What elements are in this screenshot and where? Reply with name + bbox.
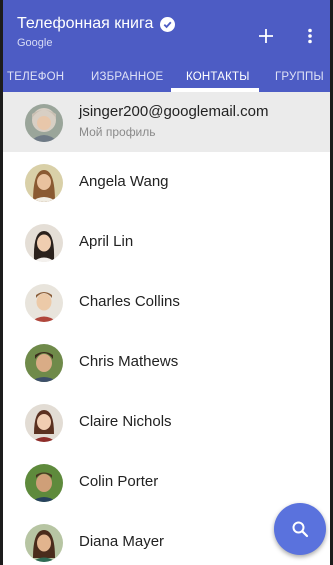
check-circle-icon — [160, 16, 176, 32]
list-item[interactable]: Angela Wang — [3, 152, 330, 212]
list-item[interactable]: Colin Porter — [3, 452, 330, 512]
avatar — [25, 284, 63, 322]
contact-name: Angela Wang — [79, 173, 169, 190]
account-label: Google — [17, 37, 53, 49]
avatar — [25, 524, 63, 562]
contact-list: jsinger200@googlemail.com Мой профиль An… — [3, 92, 330, 565]
tab-groups[interactable]: ГРУППЫ — [275, 62, 324, 92]
title-row[interactable]: Телефонная книга — [17, 15, 176, 33]
app-bar: Телефонная книга Google — [3, 0, 330, 62]
avatar — [25, 404, 63, 442]
contact-name: Colin Porter — [79, 473, 159, 490]
avatar — [25, 344, 63, 382]
avatar — [25, 224, 63, 262]
contact-name: Chris Mathews — [79, 353, 179, 370]
search-button[interactable] — [274, 503, 326, 555]
tab-bar: ТЕЛЕФОН ИЗБРАННОЕ КОНТАКТЫ ГРУППЫ — [3, 62, 330, 92]
profile-email: jsinger200@googlemail.com — [79, 103, 269, 120]
more-options-button[interactable] — [299, 22, 321, 50]
plus-icon — [259, 29, 273, 43]
my-profile-row[interactable]: jsinger200@googlemail.com Мой профиль — [3, 92, 330, 152]
contact-name: Charles Collins — [79, 293, 180, 310]
more-vert-icon — [308, 28, 312, 44]
list-item[interactable]: Chris Mathews — [3, 332, 330, 392]
list-item[interactable]: Claire Nichols — [3, 392, 330, 452]
contact-name: Diana Mayer — [79, 533, 165, 550]
avatar — [25, 164, 63, 202]
add-contact-button[interactable] — [252, 22, 280, 50]
list-item[interactable]: Charles Collins — [3, 272, 330, 332]
contact-name: Claire Nichols — [79, 413, 172, 430]
tab-favorites[interactable]: ИЗБРАННОЕ — [91, 62, 163, 92]
avatar — [25, 464, 63, 502]
avatar — [25, 104, 63, 142]
tab-phone[interactable]: ТЕЛЕФОН — [7, 62, 64, 92]
contact-name: April Lin — [79, 233, 134, 250]
phone-screen: Телефонная книга Google ТЕЛЕФОН ИЗБРАННО… — [0, 0, 333, 565]
list-item[interactable]: April Lin — [3, 212, 330, 272]
app-title: Телефонная книга — [17, 15, 154, 32]
profile-subtitle: Мой профиль — [79, 125, 156, 139]
search-icon — [292, 521, 309, 538]
